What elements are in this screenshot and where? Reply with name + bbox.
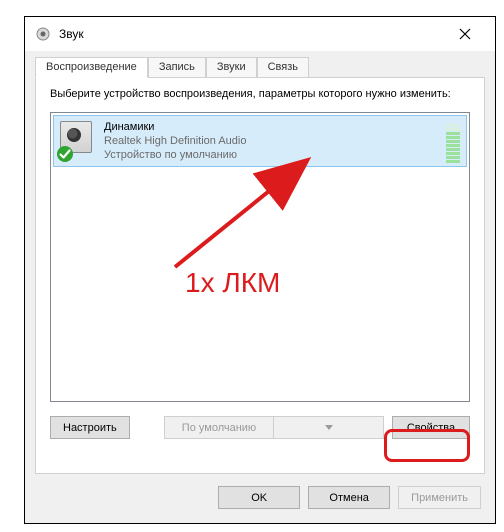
tab-playback[interactable]: Воспроизведение [35, 57, 148, 78]
instruction-text: Выберите устройство воспроизведения, пар… [50, 88, 470, 100]
properties-button[interactable]: Свойства [392, 416, 470, 439]
set-default-button[interactable]: По умолчанию [164, 416, 274, 439]
speaker-icon [60, 121, 94, 159]
close-button[interactable] [445, 19, 485, 49]
window-title: Звук [59, 27, 84, 41]
client-area: Воспроизведение Запись Звуки Связь Выбер… [25, 51, 495, 523]
device-texts: Динамики Realtek High Definition Audio У… [104, 121, 446, 162]
set-default-dropdown[interactable] [274, 416, 384, 439]
ok-button[interactable]: OK [218, 486, 300, 509]
playback-panel: Выберите устройство воспроизведения, пар… [35, 77, 485, 474]
panel-buttons: Настроить По умолчанию Свойства [50, 416, 470, 439]
tab-strip: Воспроизведение Запись Звуки Связь [35, 55, 485, 77]
apply-button[interactable]: Применить [398, 486, 481, 509]
device-description: Realtek High Definition Audio [104, 135, 446, 149]
set-default-split: По умолчанию [164, 416, 384, 439]
titlebar: Звук [25, 17, 495, 51]
device-list[interactable]: Динамики Realtek High Definition Audio У… [50, 112, 470, 402]
tab-recording[interactable]: Запись [148, 57, 206, 77]
device-name: Динамики [104, 121, 446, 135]
chevron-down-icon [325, 425, 333, 430]
tab-communications[interactable]: Связь [257, 57, 309, 77]
configure-button[interactable]: Настроить [50, 416, 130, 439]
sound-window: Звук Воспроизведение Запись Звуки Связь … [25, 17, 495, 523]
cancel-button[interactable]: Отмена [308, 486, 390, 509]
tab-sounds[interactable]: Звуки [206, 57, 257, 77]
device-speakers[interactable]: Динамики Realtek High Definition Audio У… [53, 115, 467, 167]
dialog-buttons: OK Отмена Применить [35, 474, 485, 513]
level-meter [446, 123, 460, 163]
device-default-label: Устройство по умолчанию [104, 149, 446, 163]
sound-icon [35, 26, 51, 42]
default-check-icon [56, 145, 74, 163]
